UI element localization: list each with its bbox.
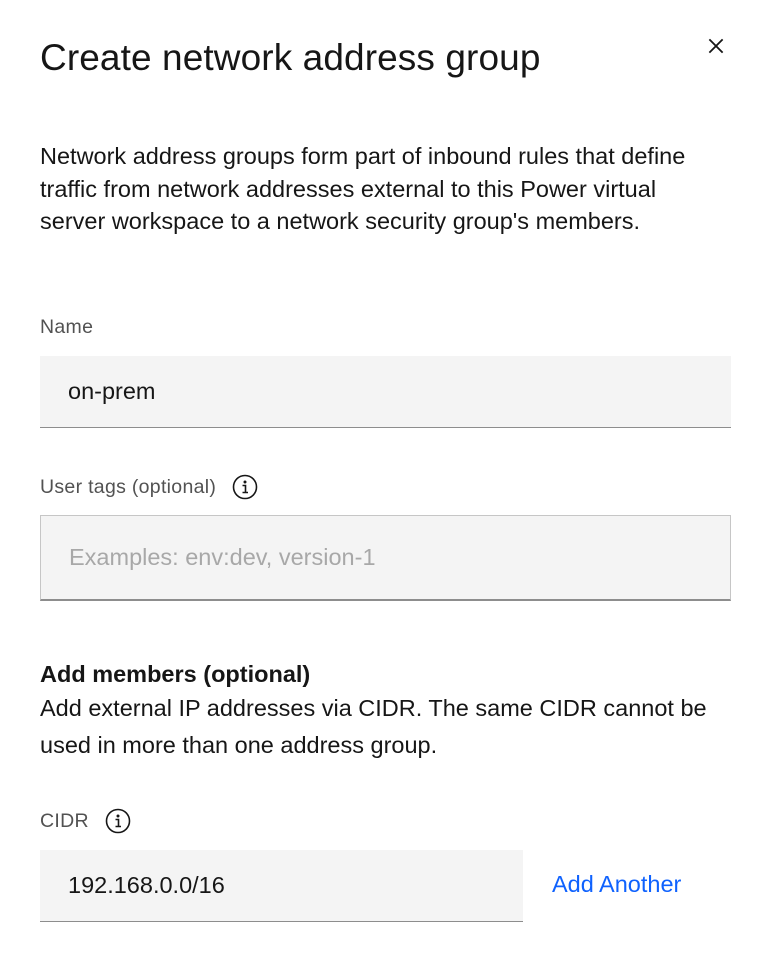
close-button[interactable]	[698, 28, 734, 64]
create-network-address-group-modal: Create network address group Network add…	[0, 0, 766, 962]
cidr-label-row: CIDR	[40, 808, 131, 834]
close-icon	[708, 38, 724, 54]
user-tags-label-row: User tags (optional)	[40, 474, 258, 500]
name-input[interactable]	[40, 356, 731, 428]
user-tags-input[interactable]	[40, 515, 731, 601]
name-label: Name	[40, 316, 94, 338]
user-tags-label: User tags (optional)	[40, 476, 217, 498]
modal-title: Create network address group	[40, 37, 541, 78]
modal-description: Network address groups form part of inbo…	[40, 143, 686, 234]
add-members-description: Add external IP addresses via CIDR. The …	[40, 695, 707, 758]
cidr-label: CIDR	[40, 810, 89, 832]
add-another-link[interactable]: Add Another	[552, 866, 681, 902]
user-tags-info-icon[interactable]	[232, 474, 258, 500]
add-members-heading: Add members (optional)	[40, 661, 311, 687]
cidr-info-icon[interactable]	[105, 808, 131, 834]
cidr-input[interactable]	[40, 850, 523, 922]
